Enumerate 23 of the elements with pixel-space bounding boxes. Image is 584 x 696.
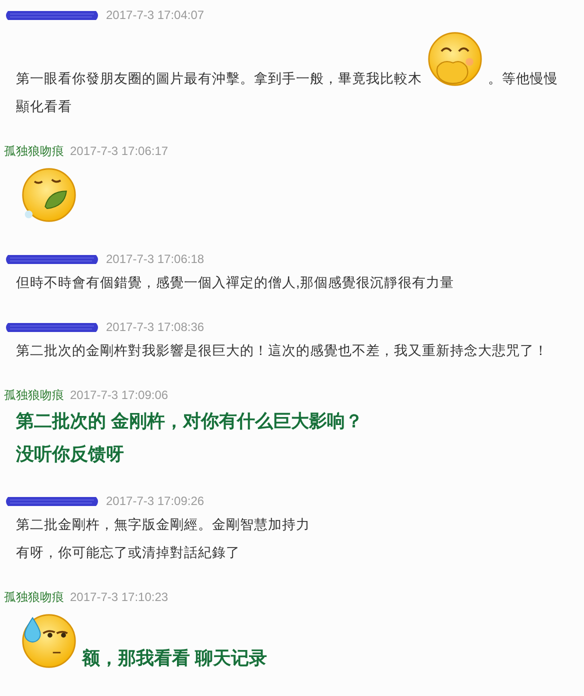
message-text: 但時不時會有個錯覺，感覺一個入禪定的僧人,那個感覺很沉靜很有力量 xyxy=(16,275,454,290)
message-text: 有呀，你可能忘了或清掉對話紀錄了 xyxy=(16,545,240,560)
message-text: 额，那我看看 聊天记录 xyxy=(82,648,268,668)
sender-name: 孤独狼吻痕 xyxy=(4,387,64,404)
message-text: 第一眼看你發朋友圈的圖片最有沖擊。拿到手一般，畢竟我比較木 xyxy=(16,71,422,86)
sweating-face-icon xyxy=(20,612,78,670)
message-text: 。等他慢慢 xyxy=(488,71,558,86)
message-text: 没听你反馈呀 xyxy=(16,444,124,464)
message-time: 2017-7-3 17:06:18 xyxy=(106,251,204,268)
message-time: 2017-7-3 17:09:26 xyxy=(106,493,204,510)
message-time: 2017-7-3 17:09:06 xyxy=(70,387,168,404)
message-time: 2017-7-3 17:08:36 xyxy=(106,319,204,336)
message-time: 2017-7-3 17:06:17 xyxy=(70,143,168,160)
message-text: 第二批金剛杵，無字版金剛經。金剛智慧加持力 xyxy=(16,517,310,532)
message-text: 顯化看看 xyxy=(16,99,72,114)
message-time: 2017-7-3 17:04:07 xyxy=(106,7,204,24)
leaf-face-icon xyxy=(20,166,78,224)
message-time: 2017-7-3 17:10:23 xyxy=(70,589,168,606)
laughing-face-icon xyxy=(426,30,484,88)
sender-name: 孤独狼吻痕 xyxy=(4,589,64,606)
message-text: 第二批次的金剛杵對我影響是很巨大的！這次的感覺也不差，我又重新持念大悲咒了！ xyxy=(16,343,548,358)
message-text: 第二批次的 金刚杵，对你有什么巨大影响？ xyxy=(16,411,364,431)
sender-name: 孤独狼吻痕 xyxy=(4,143,64,160)
